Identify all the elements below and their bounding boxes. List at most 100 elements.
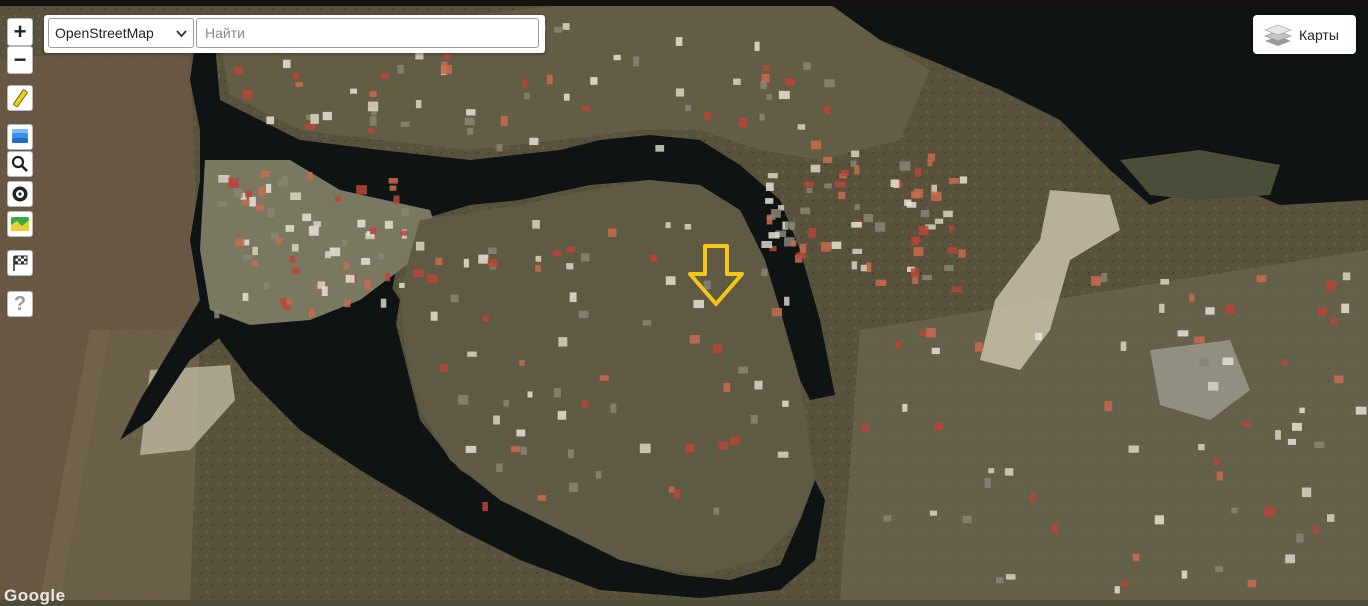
house-roof bbox=[799, 243, 807, 254]
house-roof bbox=[286, 299, 292, 305]
house-roof bbox=[524, 92, 530, 100]
house-roof bbox=[1101, 273, 1108, 283]
house-roof bbox=[216, 201, 228, 207]
house-roof bbox=[675, 88, 685, 97]
house-roof bbox=[465, 445, 477, 453]
house-roof bbox=[861, 423, 869, 432]
house-roof bbox=[310, 114, 319, 124]
route-flag-button[interactable] bbox=[7, 250, 33, 276]
layer-select[interactable]: OpenStreetMap bbox=[48, 18, 194, 48]
house-roof bbox=[520, 446, 527, 455]
house-roof bbox=[943, 210, 953, 218]
house-roof bbox=[790, 240, 797, 247]
house-roof bbox=[345, 274, 355, 283]
house-roof bbox=[305, 123, 316, 130]
house-roof bbox=[958, 249, 966, 258]
house-roof bbox=[435, 257, 443, 266]
house-roof bbox=[642, 320, 652, 326]
house-roof bbox=[1214, 458, 1220, 465]
house-roof bbox=[1104, 401, 1113, 411]
house-roof bbox=[850, 160, 857, 167]
house-roof bbox=[934, 422, 944, 431]
house-roof bbox=[804, 181, 814, 187]
help-button[interactable]: ? bbox=[7, 291, 33, 317]
house-roof bbox=[566, 246, 575, 253]
house-roof bbox=[578, 310, 589, 318]
house-roof bbox=[466, 109, 476, 116]
zoom-in-button[interactable]: + bbox=[7, 18, 33, 46]
house-roof bbox=[1330, 318, 1338, 325]
house-roof bbox=[357, 219, 366, 228]
house-roof bbox=[344, 299, 351, 308]
house-roof bbox=[1222, 357, 1234, 365]
house-roof bbox=[988, 468, 995, 474]
house-roof bbox=[430, 311, 438, 321]
search-button[interactable] bbox=[7, 151, 33, 177]
house-roof bbox=[233, 188, 243, 198]
compass-button[interactable] bbox=[7, 181, 33, 207]
house-roof bbox=[655, 145, 665, 152]
house-roof bbox=[385, 273, 391, 282]
search-input[interactable] bbox=[196, 18, 539, 48]
house-roof bbox=[249, 196, 256, 207]
house-roof bbox=[875, 222, 886, 232]
ruler-icon bbox=[13, 89, 28, 108]
house-roof bbox=[552, 250, 562, 257]
house-roof bbox=[467, 127, 474, 135]
house-roof bbox=[1301, 487, 1312, 498]
layers-button[interactable] bbox=[7, 124, 33, 150]
house-roof bbox=[947, 247, 958, 254]
house-roof bbox=[522, 79, 528, 88]
house-roof bbox=[684, 223, 692, 230]
satellite-map[interactable] bbox=[0, 0, 1368, 600]
house-roof bbox=[1128, 445, 1139, 453]
house-roof bbox=[235, 238, 245, 247]
house-roof bbox=[904, 199, 912, 206]
house-roof bbox=[959, 176, 968, 184]
map-button[interactable] bbox=[7, 211, 33, 237]
zoom-out-button[interactable]: − bbox=[7, 46, 33, 74]
house-roof bbox=[782, 400, 789, 407]
house-roof bbox=[949, 178, 959, 184]
house-roof bbox=[613, 54, 621, 61]
house-roof bbox=[665, 276, 676, 285]
house-roof bbox=[241, 199, 250, 206]
house-roof bbox=[1205, 307, 1215, 315]
house-roof bbox=[290, 192, 302, 200]
house-roof bbox=[440, 364, 449, 372]
house-roof bbox=[767, 173, 778, 179]
maps-layers-button[interactable]: Карты bbox=[1253, 15, 1356, 54]
house-roof bbox=[733, 78, 741, 85]
house-roof bbox=[581, 105, 590, 112]
house-roof bbox=[927, 159, 933, 167]
house-roof bbox=[784, 78, 795, 86]
house-roof bbox=[1193, 336, 1205, 344]
house-roof bbox=[852, 248, 863, 254]
ruler-button[interactable] bbox=[7, 85, 33, 111]
house-roof bbox=[806, 187, 813, 194]
house-roof bbox=[1282, 359, 1288, 366]
house-roof bbox=[1314, 441, 1325, 448]
house-roof bbox=[313, 221, 321, 227]
house-roof bbox=[693, 299, 704, 309]
house-roof bbox=[633, 56, 640, 67]
house-roof bbox=[851, 261, 857, 270]
house-roof bbox=[931, 347, 940, 355]
house-roof bbox=[951, 286, 962, 293]
house-roof bbox=[920, 209, 930, 218]
house-roof bbox=[824, 183, 832, 189]
house-roof bbox=[1208, 382, 1219, 391]
house-roof bbox=[214, 309, 220, 319]
house-roof bbox=[910, 268, 919, 278]
house-roof bbox=[488, 247, 497, 255]
house-roof bbox=[566, 263, 574, 270]
house-roof bbox=[321, 286, 328, 296]
house-roof bbox=[771, 209, 781, 218]
house-roof bbox=[516, 429, 526, 437]
house-roof bbox=[763, 64, 770, 71]
house-roof bbox=[931, 191, 942, 202]
house-roof bbox=[511, 446, 521, 453]
house-roof bbox=[389, 185, 397, 191]
house-roof bbox=[308, 308, 315, 318]
house-roof bbox=[568, 449, 574, 459]
